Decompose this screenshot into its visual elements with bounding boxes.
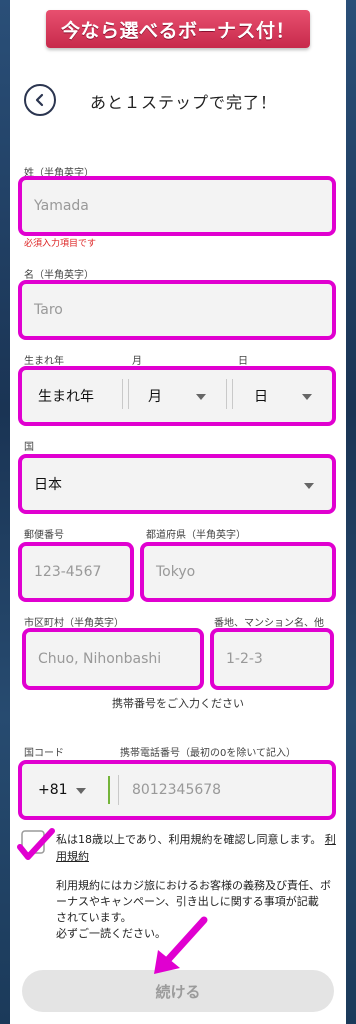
postal-label: 郵便番号 [24,530,64,541]
pointer-arrow-icon [154,916,208,974]
divider [226,379,227,409]
birth-date-group: 生まれ年 月 日 [18,366,336,426]
postal-input[interactable]: 123-4567 [18,542,134,602]
chevron-down-icon [304,483,314,489]
street-input[interactable]: 1-2-3 [210,628,334,690]
note-line: ーナスやキャンペーン、引き出しに関する事項が記載 [56,895,319,908]
phone-number-label: 携帯電話番号（最初の0を除いて記入） [120,748,297,759]
birth-month-select[interactable]: 月 [134,370,234,422]
birth-day-value: 日 [254,389,268,405]
country-value: 日本 [34,477,62,493]
banner-text: 今なら選べるボーナス付！ [60,19,295,42]
country-label: 国 [24,442,34,453]
first-name-input[interactable]: Taro [18,280,336,340]
birth-month-label: 月 [132,356,142,367]
city-input[interactable]: Chuo, Nihonbashi [22,628,204,690]
street-label: 番地、マンション名、他 [214,618,324,629]
first-name-placeholder: Taro [34,302,63,318]
phone-number-input[interactable]: 8012345678 [122,764,332,816]
street-placeholder: 1-2-3 [226,651,263,667]
birth-day-select[interactable]: 日 [238,370,332,422]
country-select[interactable]: 日本 [18,454,336,514]
chevron-down-icon [196,394,206,400]
phone-number-placeholder: 8012345678 [132,782,222,798]
divider [108,776,110,804]
chevron-left-icon [35,93,44,107]
birth-year-value: 生まれ年 [38,389,94,405]
city-placeholder: Chuo, Nihonbashi [38,651,162,667]
prefecture-placeholder: Tokyo [156,564,196,580]
birth-year-label: 生まれ年 [24,356,64,367]
agree-statement: 私は18歳以上であり、利用規約を確認し同意します。 [56,833,322,846]
birth-month-value: 月 [148,389,162,405]
country-code-label: 国コード [24,748,64,759]
back-button[interactable] [24,84,56,116]
country-code-value: +81 [38,782,68,798]
last-name-input[interactable]: Yamada [18,176,336,236]
prefecture-label: 都道府県（半角英字） [146,530,246,541]
agree-text: 私は18歳以上であり、利用規約を確認し同意します。 利用規約 [56,831,336,865]
bonus-banner: 今なら選べるボーナス付！ [46,10,310,48]
country-code-select[interactable]: +81 [22,764,114,816]
divider [128,379,129,409]
note-line: 利用規約にはカジ旅におけるお客様の義務及び責任、ボ [56,879,331,892]
agree-checkbox[interactable] [16,827,56,863]
divider [122,379,123,409]
divider [118,775,119,805]
phone-group: +81 8012345678 [18,760,336,820]
first-name-label: 名（半角英字） [24,270,94,281]
prefecture-input[interactable]: Tokyo [140,542,336,602]
chevron-down-icon [302,394,312,400]
last-name-placeholder: Yamada [34,198,89,214]
divider [232,379,233,409]
birth-year-select[interactable]: 生まれ年 [22,370,134,422]
chevron-down-icon [76,788,86,794]
page-title: あと１ステップで完了！ [90,93,278,112]
birth-day-label: 日 [238,356,248,367]
city-label: 市区町村（半角英字） [24,618,124,629]
postal-placeholder: 123-4567 [34,564,102,580]
phone-helper-text: 携帯番号をご入力ください [112,697,244,710]
last-name-error: 必須入力項目です [24,239,97,249]
